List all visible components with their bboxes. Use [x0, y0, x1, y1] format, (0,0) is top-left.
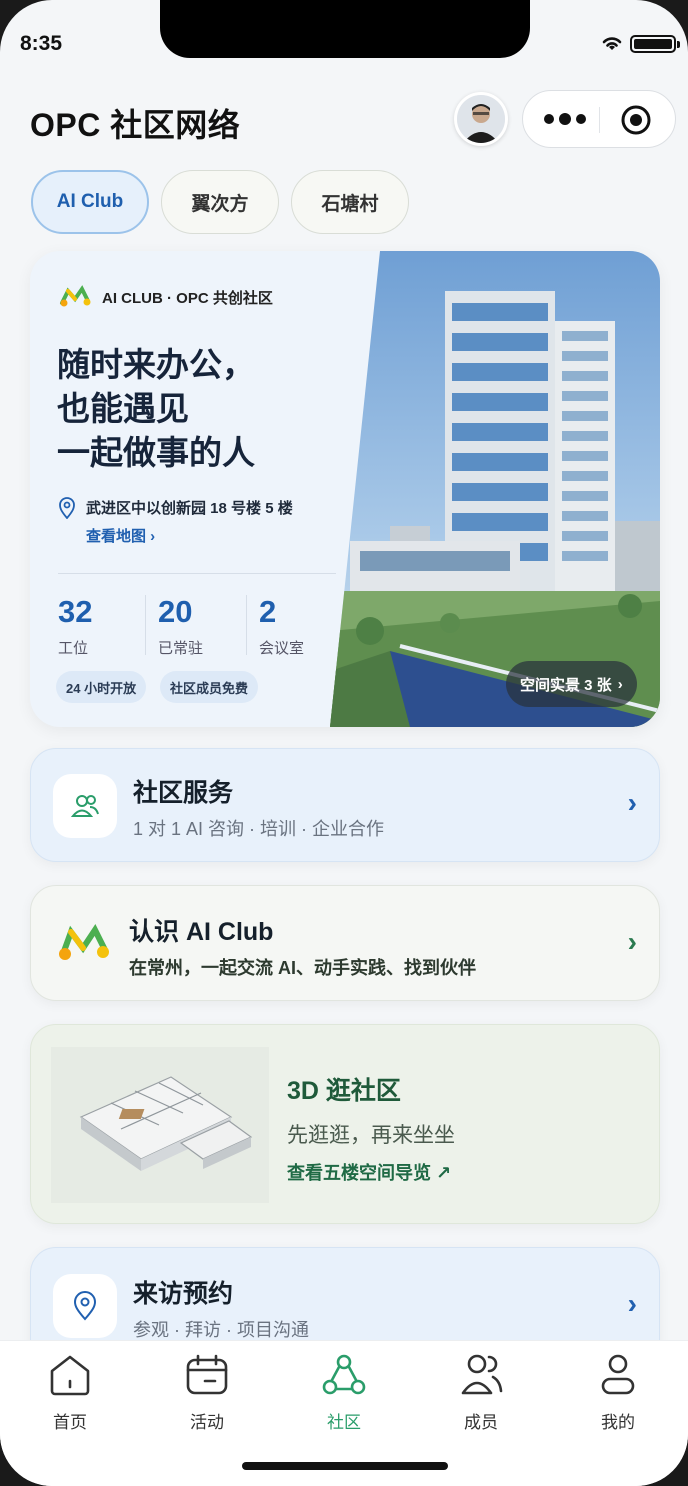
tab-ai-club[interactable]: AI Club: [31, 170, 149, 234]
stat-divider: [246, 595, 247, 655]
tabbar-label: 社区: [327, 1413, 361, 1432]
stat-value: 20: [158, 594, 193, 629]
visit-icon-box: [53, 1274, 117, 1338]
battery-icon: [630, 35, 680, 53]
tabbar-label: 首页: [53, 1413, 87, 1432]
home-icon: [50, 1355, 90, 1396]
building-photo: [330, 251, 660, 727]
about-subtitle: 在常州，一起交流 AI、动手实践、找到伙伴: [129, 958, 476, 978]
chevron-right-icon: ›: [627, 926, 637, 957]
stat-meeting-rooms: 2 会议室: [259, 595, 304, 658]
services-subtitle: 1 对 1 AI 咨询 · 培训 · 企业合作: [133, 819, 385, 839]
chevron-right-icon: ›: [627, 787, 637, 818]
tabbar-item-profile[interactable]: 我的: [568, 1351, 668, 1433]
wifi-icon: [602, 37, 622, 50]
tabbar-label: 成员: [464, 1413, 498, 1432]
phone-screen: 8:35 OPC 社区网络 AI Club 翼次方 石塘村 AI CLUB · …: [0, 0, 688, 1486]
hero-address: 武进区中以创新园 18 号楼 5 楼: [86, 500, 293, 517]
badge-free-for-members: 社区成员免费: [160, 671, 259, 703]
hero-brand-label: AI CLUB · OPC 共创社区: [102, 289, 273, 307]
location-pin-icon: [73, 1291, 97, 1321]
view-map-link[interactable]: 查看地图 ›: [86, 525, 155, 546]
capsule-divider: [599, 107, 600, 133]
people-icon: [70, 795, 99, 817]
floorplan-3d-image: [51, 1047, 269, 1203]
tabbar-item-events[interactable]: 活动: [157, 1351, 257, 1433]
ai-club-logo-icon: [59, 924, 109, 960]
chevron-right-icon: ›: [627, 1288, 637, 1319]
stat-label: 会议室: [259, 640, 305, 657]
stat-desks: 32 工位: [58, 595, 92, 658]
hero-brand: AI CLUB · OPC 共创社区: [58, 285, 273, 309]
divider: [58, 573, 336, 574]
status-time: 8:35: [20, 32, 63, 55]
visit-title: 来访预约: [133, 1280, 234, 1308]
tabbar-item-members[interactable]: 成员: [431, 1351, 531, 1433]
hero-headline: 随时来办公， 也能遇见 一起做事的人: [57, 346, 255, 471]
space-photos-label: 空间实景 3 张: [520, 676, 612, 694]
page-title: OPC 社区网络: [30, 107, 241, 143]
tab-shitangcun[interactable]: 石塘村: [291, 170, 409, 234]
tabbar-label: 我的: [601, 1413, 635, 1432]
close-miniprogram-icon[interactable]: [619, 103, 653, 137]
avatar[interactable]: [454, 92, 508, 146]
3d-tour-title: 3D 逛社区: [287, 1077, 401, 1105]
community-services-card[interactable]: 社区服务 1 对 1 AI 咨询 · 培训 · 企业合作 ›: [30, 748, 660, 862]
chevron-right-icon: ›: [617, 675, 623, 693]
community-icon: [322, 1354, 366, 1395]
tabbar-label: 活动: [190, 1413, 224, 1432]
hero-location: 武进区中以创新园 18 号楼 5 楼: [58, 497, 293, 519]
tabbar-item-community[interactable]: 社区: [294, 1351, 394, 1433]
stat-label: 工位: [58, 640, 89, 657]
members-icon: [461, 1354, 503, 1395]
badge-24h-open: 24 小时开放: [56, 671, 147, 703]
tabbar-item-home[interactable]: 首页: [20, 1351, 120, 1433]
stat-value: 2: [259, 594, 277, 629]
stat-residents: 20 已常驻: [158, 595, 203, 658]
miniprogram-capsule: [522, 90, 676, 148]
stat-value: 32: [58, 594, 93, 629]
visit-subtitle: 参观 · 拜访 · 项目沟通: [133, 1320, 309, 1340]
space-photos-button[interactable]: 空间实景 3 张 ›: [506, 661, 637, 707]
services-title: 社区服务: [133, 779, 234, 807]
3d-tour-card[interactable]: 3D 逛社区 先逛逛，再来坐坐 查看五楼空间导览 ↗: [30, 1024, 660, 1224]
about-title: 认识 AI Club: [129, 918, 274, 946]
tab-yicifang[interactable]: 翼次方: [161, 170, 279, 234]
stat-divider: [145, 595, 146, 655]
more-icon[interactable]: [541, 105, 593, 133]
about-ai-club-card[interactable]: 认识 AI Club 在常州，一起交流 AI、动手实践、找到伙伴 ›: [30, 885, 660, 1001]
calendar-icon: [186, 1354, 228, 1395]
device-notch: [160, 0, 530, 58]
stat-label: 已常驻: [158, 640, 204, 657]
location-pin-icon: [59, 497, 75, 519]
home-indicator: [242, 1462, 448, 1470]
profile-icon: [601, 1354, 635, 1395]
3d-tour-subtitle: 先逛逛，再来坐坐: [287, 1124, 455, 1147]
hero-card[interactable]: AI CLUB · OPC 共创社区 随时来办公， 也能遇见 一起做事的人 武进…: [30, 251, 660, 727]
ai-club-logo-icon: [60, 285, 91, 307]
floor-guide-link[interactable]: 查看五楼空间导览 ↗: [287, 1159, 451, 1185]
services-icon-box: [53, 774, 117, 838]
